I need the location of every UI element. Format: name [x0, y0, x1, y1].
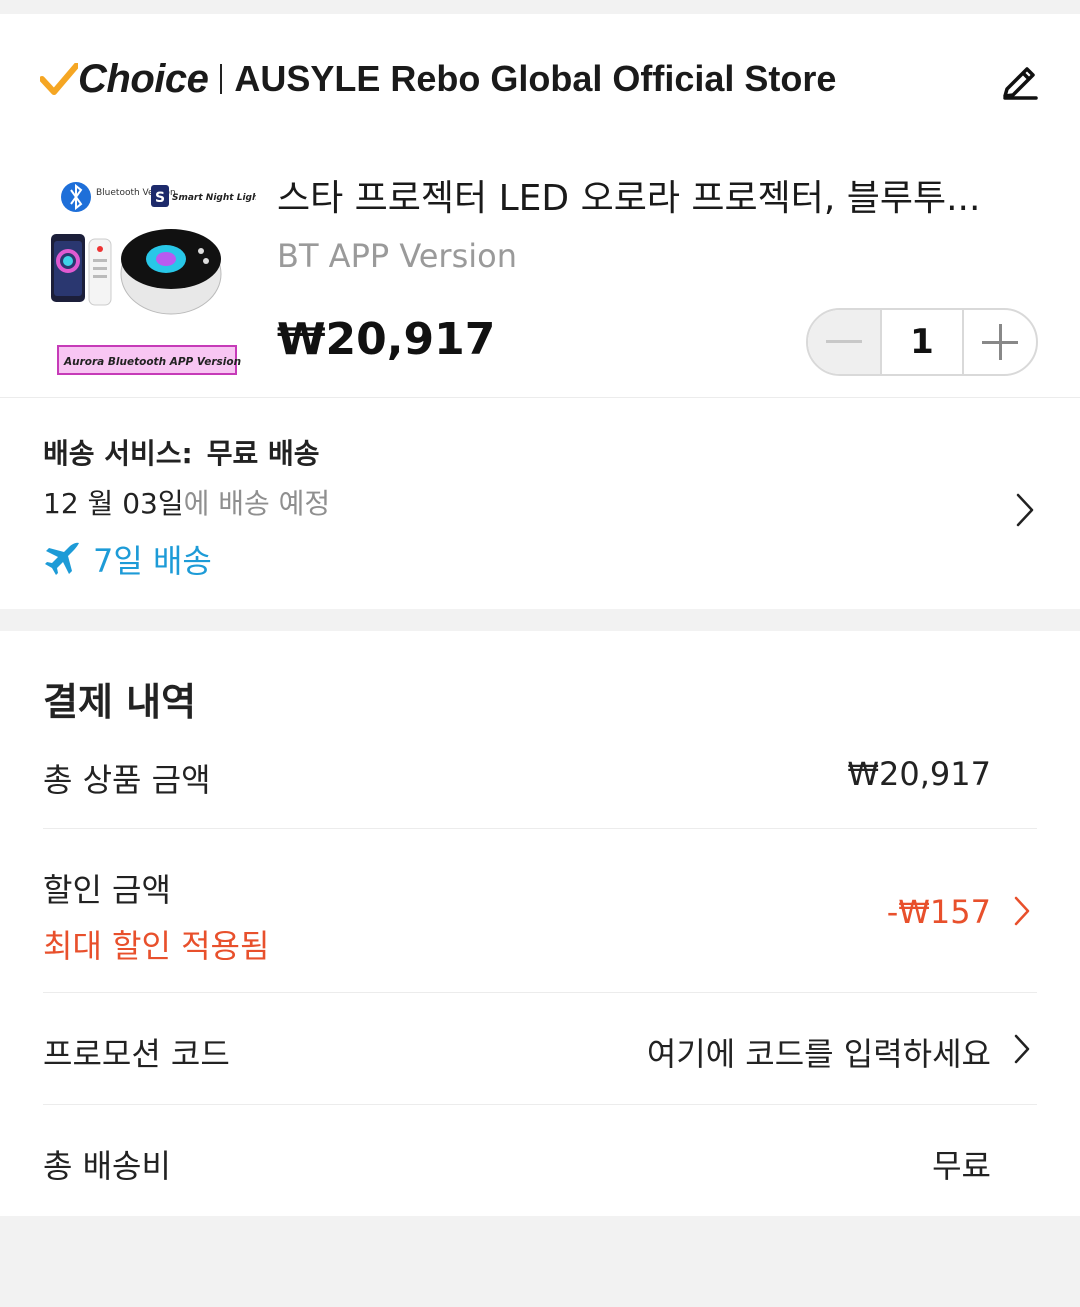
increase-quantity-button[interactable] — [964, 310, 1036, 374]
airplane-icon — [45, 542, 79, 575]
svg-text:S: S — [155, 190, 165, 206]
choice-logo: Choice — [78, 56, 209, 101]
delivery-date-main: 12 월 03일 — [43, 487, 184, 520]
plus-icon — [982, 324, 1018, 360]
banner-text: Aurora Bluetooth APP Version — [63, 356, 241, 368]
payment-summary-card: 결제 내역 총 상품 금액 ₩20,917 할인 금액 최대 할인 적용됨 -₩… — [0, 631, 1080, 1216]
shipping-fee-label: 총 배송비 — [43, 1147, 171, 1185]
product-price: ₩20,917 — [277, 314, 496, 365]
badge-night-text: Smart Night Light — [172, 193, 256, 203]
divider — [0, 397, 1080, 398]
shipping-value: 무료 배송 — [206, 437, 320, 470]
quantity-value[interactable]: 1 — [880, 310, 964, 374]
row-divider — [43, 828, 1037, 829]
edit-icon[interactable] — [1000, 60, 1040, 100]
store-card: Choice AUSYLE Rebo Global Official Store… — [0, 14, 1080, 609]
product-title[interactable]: 스타 프로젝터 LED 오로라 프로젝터, 블루투... — [277, 169, 1017, 221]
shipping-info[interactable]: 배송 서비스: 무료 배송 12 월 03일에 배송 예정 7일 배송 — [43, 432, 1043, 602]
fast-delivery: 7일 배송 — [43, 536, 1043, 582]
row-divider — [43, 1104, 1037, 1105]
store-separator — [220, 64, 223, 94]
minus-icon — [826, 340, 862, 343]
shipping-fee-row: 총 배송비 무료 — [43, 1141, 1037, 1185]
fast-delivery-label: 7일 배송 — [93, 542, 212, 580]
discount-row[interactable]: 할인 금액 최대 할인 적용됨 -₩157 — [43, 865, 1037, 965]
shipping-fee-value: 무료 — [932, 1147, 991, 1185]
delivery-date-suffix: 에 배송 예정 — [183, 487, 331, 520]
product-variant[interactable]: BT APP Version — [277, 237, 517, 275]
store-name[interactable]: AUSYLE Rebo Global Official Store — [234, 58, 836, 100]
subtotal-value: ₩20,917 — [847, 755, 991, 793]
payment-summary-title: 결제 내역 — [43, 680, 197, 724]
subtotal-row: 총 상품 금액 ₩20,917 — [43, 755, 1037, 799]
subtotal-label: 총 상품 금액 — [43, 761, 211, 799]
shipping-label: 배송 서비스: — [43, 437, 193, 470]
checkmark-icon — [40, 61, 78, 97]
chevron-right-icon[interactable] — [1015, 492, 1035, 532]
shipping-service: 배송 서비스: 무료 배송 — [43, 432, 1043, 472]
discount-value: -₩157 — [886, 893, 991, 931]
row-divider — [43, 992, 1037, 993]
quantity-stepper: 1 — [806, 308, 1038, 376]
promo-code-row[interactable]: 프로모션 코드 여기에 코드를 입력하세요 — [43, 1029, 1037, 1073]
chevron-right-icon[interactable] — [1013, 895, 1031, 931]
promo-code-placeholder[interactable]: 여기에 코드를 입력하세요 — [647, 1029, 991, 1075]
promo-code-label: 프로모션 코드 — [43, 1035, 230, 1073]
store-header[interactable]: Choice AUSYLE Rebo Global Official Store — [40, 56, 1040, 102]
delivery-date: 12 월 03일에 배송 예정 — [43, 482, 1043, 522]
decrease-quantity-button[interactable] — [808, 310, 880, 374]
product-image[interactable]: Bluetooth Version S Smart Night Light Au… — [46, 179, 263, 384]
chevron-right-icon[interactable] — [1013, 1033, 1031, 1069]
